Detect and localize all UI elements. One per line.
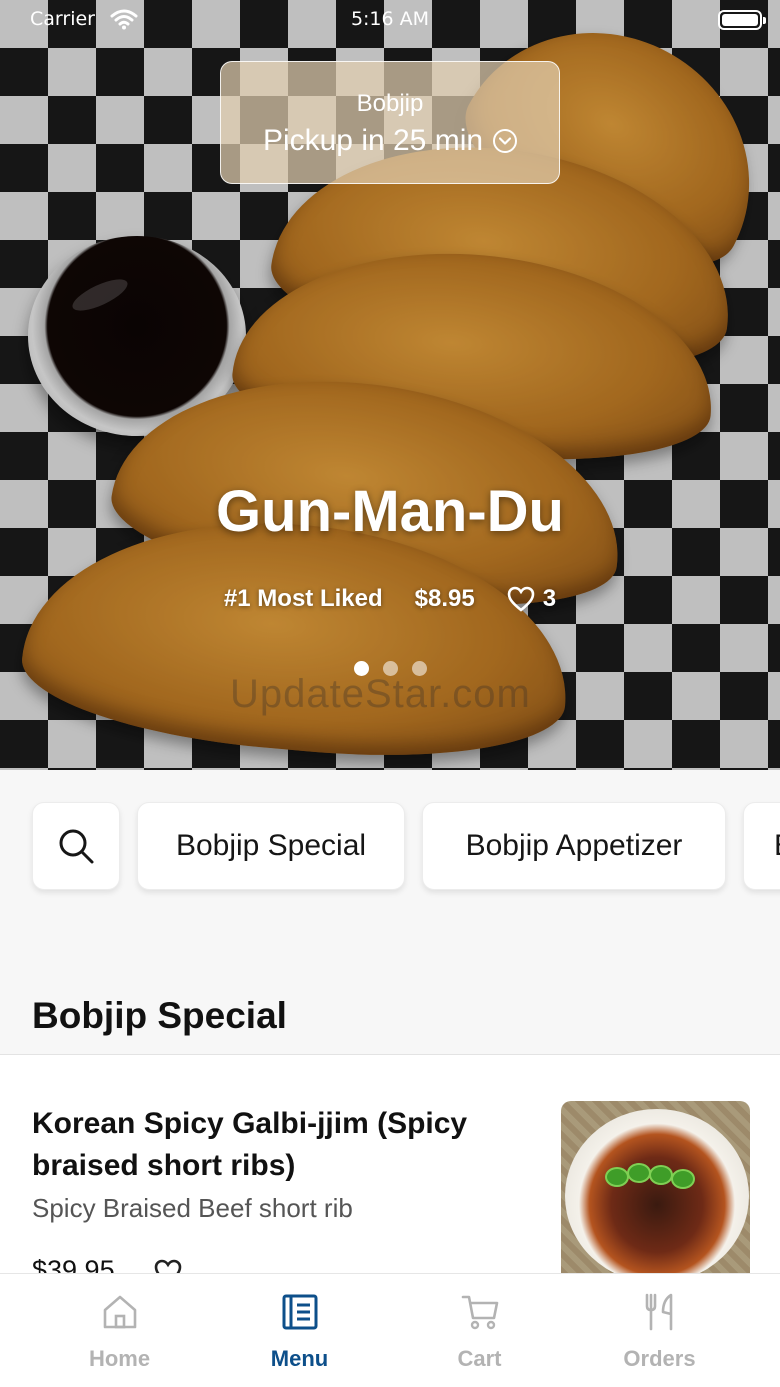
featured-title: Gun-Man-Du: [216, 479, 564, 544]
item-name: Korean Spicy Galbi-jjim (Spicy braised s…: [32, 1107, 468, 1182]
category-chips: Bobjip Special Bobjip Appetizer B: [0, 770, 780, 950]
watermark: UpdateStar.com: [230, 672, 531, 716]
pickup-selector[interactable]: Bobjip Pickup in 25 min: [220, 61, 560, 184]
tab-menu[interactable]: Menu: [202, 1274, 397, 1387]
category-chip[interactable]: Bobjip Special: [137, 802, 405, 890]
item-description: Spicy Braised Beef short rib: [32, 1193, 353, 1223]
category-chip[interactable]: B: [743, 802, 780, 890]
featured-meta: #1 Most Liked $8.95 3: [0, 585, 780, 613]
tab-label: Orders: [623, 1346, 696, 1371]
store-name: Bobjip: [356, 90, 424, 117]
battery-icon: [718, 10, 766, 30]
pepper-garnish: [627, 1163, 651, 1183]
utensils-icon: [645, 1293, 673, 1331]
tab-bar: Home Menu Cart Orders: [0, 1273, 780, 1387]
menu-item-card[interactable]: Korean Spicy Galbi-jjim (Spicy braised s…: [0, 1055, 780, 1285]
pepper-garnish: [605, 1167, 629, 1187]
featured-likes[interactable]: 3: [507, 585, 556, 613]
tab-home[interactable]: Home: [22, 1274, 217, 1387]
pepper-garnish: [671, 1169, 695, 1189]
pickup-eta: Pickup in 25 min: [262, 124, 484, 157]
search-icon: [59, 829, 94, 864]
chevron-down-circle-icon: [493, 129, 518, 153]
galbi-jjim-plate-image: [565, 1109, 749, 1283]
likes-count: 3: [542, 585, 557, 612]
featured-badge: #1 Most Liked: [223, 585, 383, 612]
clock: 5:16 AM: [350, 8, 430, 30]
status-bar: Carrier 5:16 AM: [0, 0, 780, 40]
search-button[interactable]: [32, 802, 120, 890]
tab-label: Menu: [270, 1346, 329, 1371]
tab-label: Cart: [457, 1346, 502, 1371]
tab-cart[interactable]: Cart: [382, 1274, 577, 1387]
pepper-garnish: [649, 1165, 673, 1185]
featured-price: $8.95: [414, 585, 475, 612]
featured-hero[interactable]: Carrier 5:16 AM Bobjip Pickup in 25 min …: [0, 0, 780, 770]
section-title: Bobjip Special: [32, 995, 287, 1036]
cart-icon: [461, 1295, 499, 1330]
menu-icon: [282, 1294, 318, 1330]
heart-icon: [507, 586, 535, 612]
item-photo: [561, 1101, 750, 1285]
tab-label: Home: [88, 1346, 151, 1371]
tab-orders[interactable]: Orders: [562, 1274, 757, 1387]
category-chip[interactable]: Bobjip Appetizer: [422, 802, 726, 890]
home-icon: [103, 1295, 137, 1329]
